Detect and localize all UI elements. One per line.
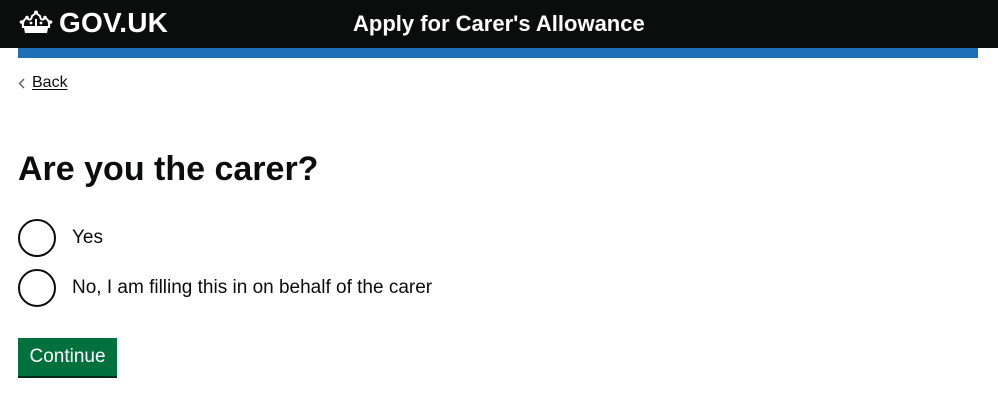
radio-option-no[interactable]: No, I am filling this in on behalf of th…: [18, 268, 432, 308]
radio-label-yes[interactable]: Yes: [72, 226, 103, 250]
govuk-logo-link[interactable]: GOV.UK: [18, 8, 168, 38]
logo-text: GOV.UK: [59, 7, 169, 38]
back-link-label: Back: [32, 74, 68, 91]
radio-label-no[interactable]: No, I am filling this in on behalf of th…: [72, 276, 432, 300]
crown-icon: [19, 10, 53, 33]
back-link[interactable]: Back: [18, 73, 68, 93]
radio-button-no[interactable]: [18, 269, 56, 307]
radio-option-yes[interactable]: Yes: [18, 218, 103, 258]
chevron-left-icon: [18, 78, 25, 88]
continue-button[interactable]: Continue: [18, 338, 117, 376]
site-header: GOV.UK Apply for Carer's Allowance: [0, 0, 998, 48]
header-accent-bar: [18, 48, 978, 58]
service-name-link[interactable]: Apply for Carer's Allowance: [353, 10, 645, 38]
page-title: Are you the carer?: [18, 150, 319, 188]
radio-button-yes[interactable]: [18, 219, 56, 257]
